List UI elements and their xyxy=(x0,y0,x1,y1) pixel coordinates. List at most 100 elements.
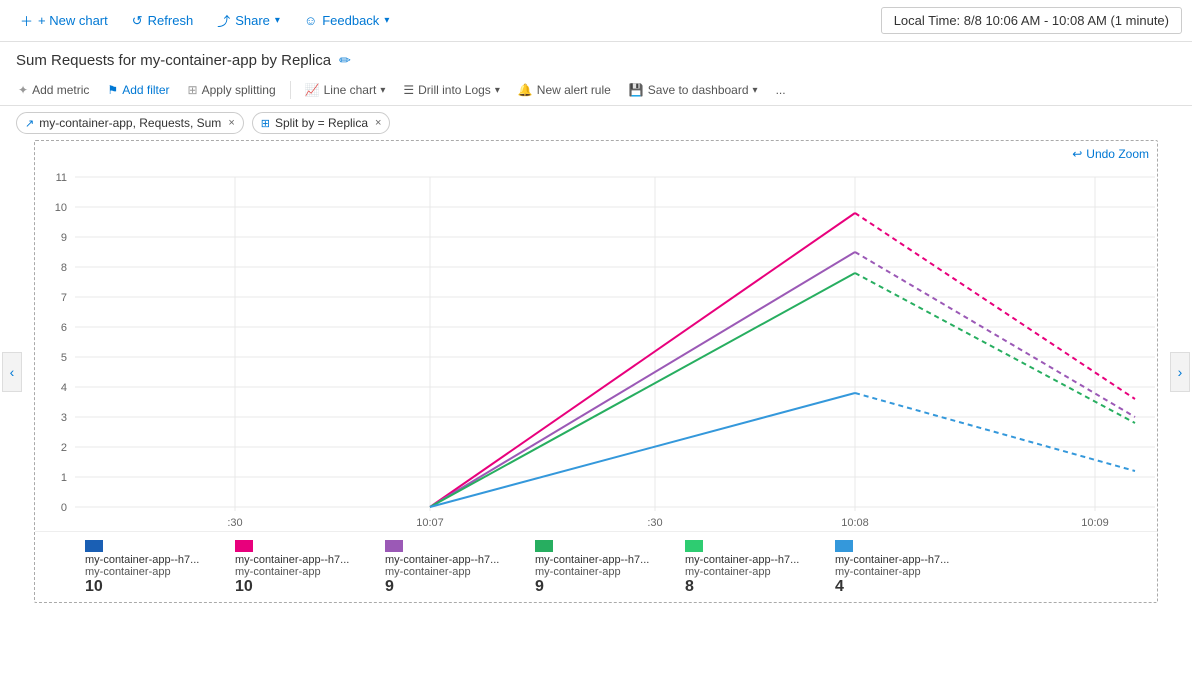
chart-toolbar: ✦ Add metric ⚑ Add filter ⊞ Apply splitt… xyxy=(0,75,1192,106)
legend-val-3: 9 xyxy=(535,578,677,596)
apply-splitting-button[interactable]: ⊞ Apply splitting xyxy=(180,79,284,101)
new-chart-button[interactable]: ＋ + New chart xyxy=(10,6,118,35)
legend-name-4: my-container-app--h7... xyxy=(685,554,825,566)
chart-wrapper: ↩ Undo Zoom 11 10 9 8 7 6 5 4 3 2 1 0 xyxy=(34,140,1158,603)
new-alert-rule-label: New alert rule xyxy=(537,83,611,97)
save-dashboard-label: Save to dashboard xyxy=(648,83,749,97)
edit-title-icon[interactable]: ✏ xyxy=(339,52,351,69)
time-range-label: Local Time: 8/8 10:06 AM - 10:08 AM (1 m… xyxy=(894,13,1169,28)
share-dropdown-icon: ▾ xyxy=(275,15,280,26)
legend-val-0: 10 xyxy=(85,578,227,596)
metric-tag-close[interactable]: × xyxy=(228,117,234,129)
legend-item-0: my-container-app--h7... my-container-app… xyxy=(85,538,235,598)
legend-name-3: my-container-app--h7... xyxy=(535,554,675,566)
svg-text:10: 10 xyxy=(55,202,67,214)
svg-text:8: 8 xyxy=(61,262,67,274)
legend-sub-0: my-container-app xyxy=(85,566,227,578)
title-bar: Sum Requests for my-container-app by Rep… xyxy=(0,42,1192,75)
toolbar-right: Local Time: 8/8 10:06 AM - 10:08 AM (1 m… xyxy=(881,7,1182,34)
add-metric-icon: ✦ xyxy=(18,83,28,97)
legend-sub-2: my-container-app xyxy=(385,566,527,578)
share-button[interactable]: ⤴ Share ▾ xyxy=(207,6,290,35)
refresh-icon: ↺ xyxy=(132,13,143,29)
add-metric-button[interactable]: ✦ Add metric xyxy=(10,79,97,101)
split-tag-icon: ⊞ xyxy=(261,117,270,130)
feedback-button[interactable]: ☺ Feedback ▾ xyxy=(294,8,399,33)
share-icon: ⤴ xyxy=(217,11,230,30)
legend-sub-5: my-container-app xyxy=(835,566,977,578)
refresh-label: Refresh xyxy=(148,13,194,28)
split-filter-tag: ⊞ Split by = Replica × xyxy=(252,112,391,134)
line-chart-label: Line chart xyxy=(324,83,377,97)
svg-text:10:07: 10:07 xyxy=(416,517,444,529)
drill-logs-icon: ☰ xyxy=(403,83,414,97)
svg-text:10:09: 10:09 xyxy=(1081,517,1109,529)
refresh-button[interactable]: ↺ Refresh xyxy=(122,8,203,34)
legend-color-3 xyxy=(535,540,553,552)
svg-text:3: 3 xyxy=(61,412,67,424)
svg-text:0: 0 xyxy=(61,502,67,514)
metric-tag-label: my-container-app, Requests, Sum xyxy=(39,116,221,130)
legend-name-2: my-container-app--h7... xyxy=(385,554,525,566)
new-alert-rule-button[interactable]: 🔔 New alert rule xyxy=(510,79,619,101)
chart-title: Sum Requests for my-container-app by Rep… xyxy=(16,52,331,69)
legend-item-4: my-container-app--h7... my-container-app… xyxy=(685,538,835,598)
legend-item-5: my-container-app--h7... my-container-app… xyxy=(835,538,985,598)
feedback-dropdown-icon: ▾ xyxy=(384,15,389,26)
legend-val-5: 4 xyxy=(835,578,977,596)
add-filter-label: Add filter xyxy=(122,83,169,97)
line-chart-svg: 11 10 9 8 7 6 5 4 3 2 1 0 xyxy=(35,141,1175,531)
legend-val-2: 9 xyxy=(385,578,527,596)
apply-splitting-label: Apply splitting xyxy=(202,83,276,97)
split-tag-close[interactable]: × xyxy=(375,117,381,129)
legend-name-0: my-container-app--h7... xyxy=(85,554,225,566)
svg-text:6: 6 xyxy=(61,322,67,334)
sep1 xyxy=(290,81,291,99)
svg-text:11: 11 xyxy=(56,172,67,184)
nav-left-button[interactable]: ‹ xyxy=(2,352,22,392)
chart-area: ‹ › ↩ Undo Zoom 11 10 9 8 7 6 5 4 3 2 1 … xyxy=(24,140,1168,603)
svg-text:7: 7 xyxy=(61,292,67,304)
svg-text:2: 2 xyxy=(61,442,67,454)
feedback-label: Feedback xyxy=(322,13,379,28)
plus-icon: ＋ xyxy=(20,11,33,30)
legend-item-3: my-container-app--h7... my-container-app… xyxy=(535,538,685,598)
add-filter-button[interactable]: ⚑ Add filter xyxy=(99,79,177,101)
legend-area: my-container-app--h7... my-container-app… xyxy=(35,531,1157,602)
drill-logs-label: Drill into Logs xyxy=(418,83,491,97)
legend-color-2 xyxy=(385,540,403,552)
line-chart-icon: 📈 xyxy=(305,83,320,97)
legend-color-1 xyxy=(235,540,253,552)
drill-logs-button[interactable]: ☰ Drill into Logs ▾ xyxy=(395,79,508,101)
filter-bar: ↗ my-container-app, Requests, Sum × ⊞ Sp… xyxy=(0,106,1192,140)
more-options-button[interactable]: ... xyxy=(768,79,794,101)
legend-name-1: my-container-app--h7... xyxy=(235,554,375,566)
share-label: Share xyxy=(235,13,270,28)
metric-tag-icon: ↗ xyxy=(25,117,34,130)
save-dropdown-icon: ▾ xyxy=(753,85,758,96)
drill-logs-dropdown-icon: ▾ xyxy=(495,85,500,96)
legend-color-5 xyxy=(835,540,853,552)
undo-zoom-label: Undo Zoom xyxy=(1086,147,1149,161)
line-chart-button[interactable]: 📈 Line chart ▾ xyxy=(297,79,394,101)
svg-text:1: 1 xyxy=(61,472,67,484)
save-icon: 💾 xyxy=(629,83,644,97)
split-tag-label: Split by = Replica xyxy=(275,116,368,130)
new-chart-label: + New chart xyxy=(38,13,108,28)
top-toolbar: ＋ + New chart ↺ Refresh ⤴ Share ▾ ☺ Feed… xyxy=(0,0,1192,42)
nav-right-button[interactable]: › xyxy=(1170,352,1190,392)
legend-color-4 xyxy=(685,540,703,552)
undo-zoom-button[interactable]: ↩ Undo Zoom xyxy=(1072,147,1149,161)
svg-text::30: :30 xyxy=(647,517,662,529)
undo-zoom-icon: ↩ xyxy=(1072,147,1082,161)
metric-filter-tag: ↗ my-container-app, Requests, Sum × xyxy=(16,112,244,134)
feedback-icon: ☺ xyxy=(304,13,317,28)
time-range-selector[interactable]: Local Time: 8/8 10:06 AM - 10:08 AM (1 m… xyxy=(881,7,1182,34)
legend-val-1: 10 xyxy=(235,578,377,596)
save-dashboard-button[interactable]: 💾 Save to dashboard ▾ xyxy=(621,79,766,101)
svg-text:4: 4 xyxy=(61,382,67,394)
filter-icon: ⚑ xyxy=(107,83,118,97)
legend-item-2: my-container-app--h7... my-container-app… xyxy=(385,538,535,598)
legend-sub-3: my-container-app xyxy=(535,566,677,578)
line-chart-dropdown-icon: ▾ xyxy=(380,85,385,96)
